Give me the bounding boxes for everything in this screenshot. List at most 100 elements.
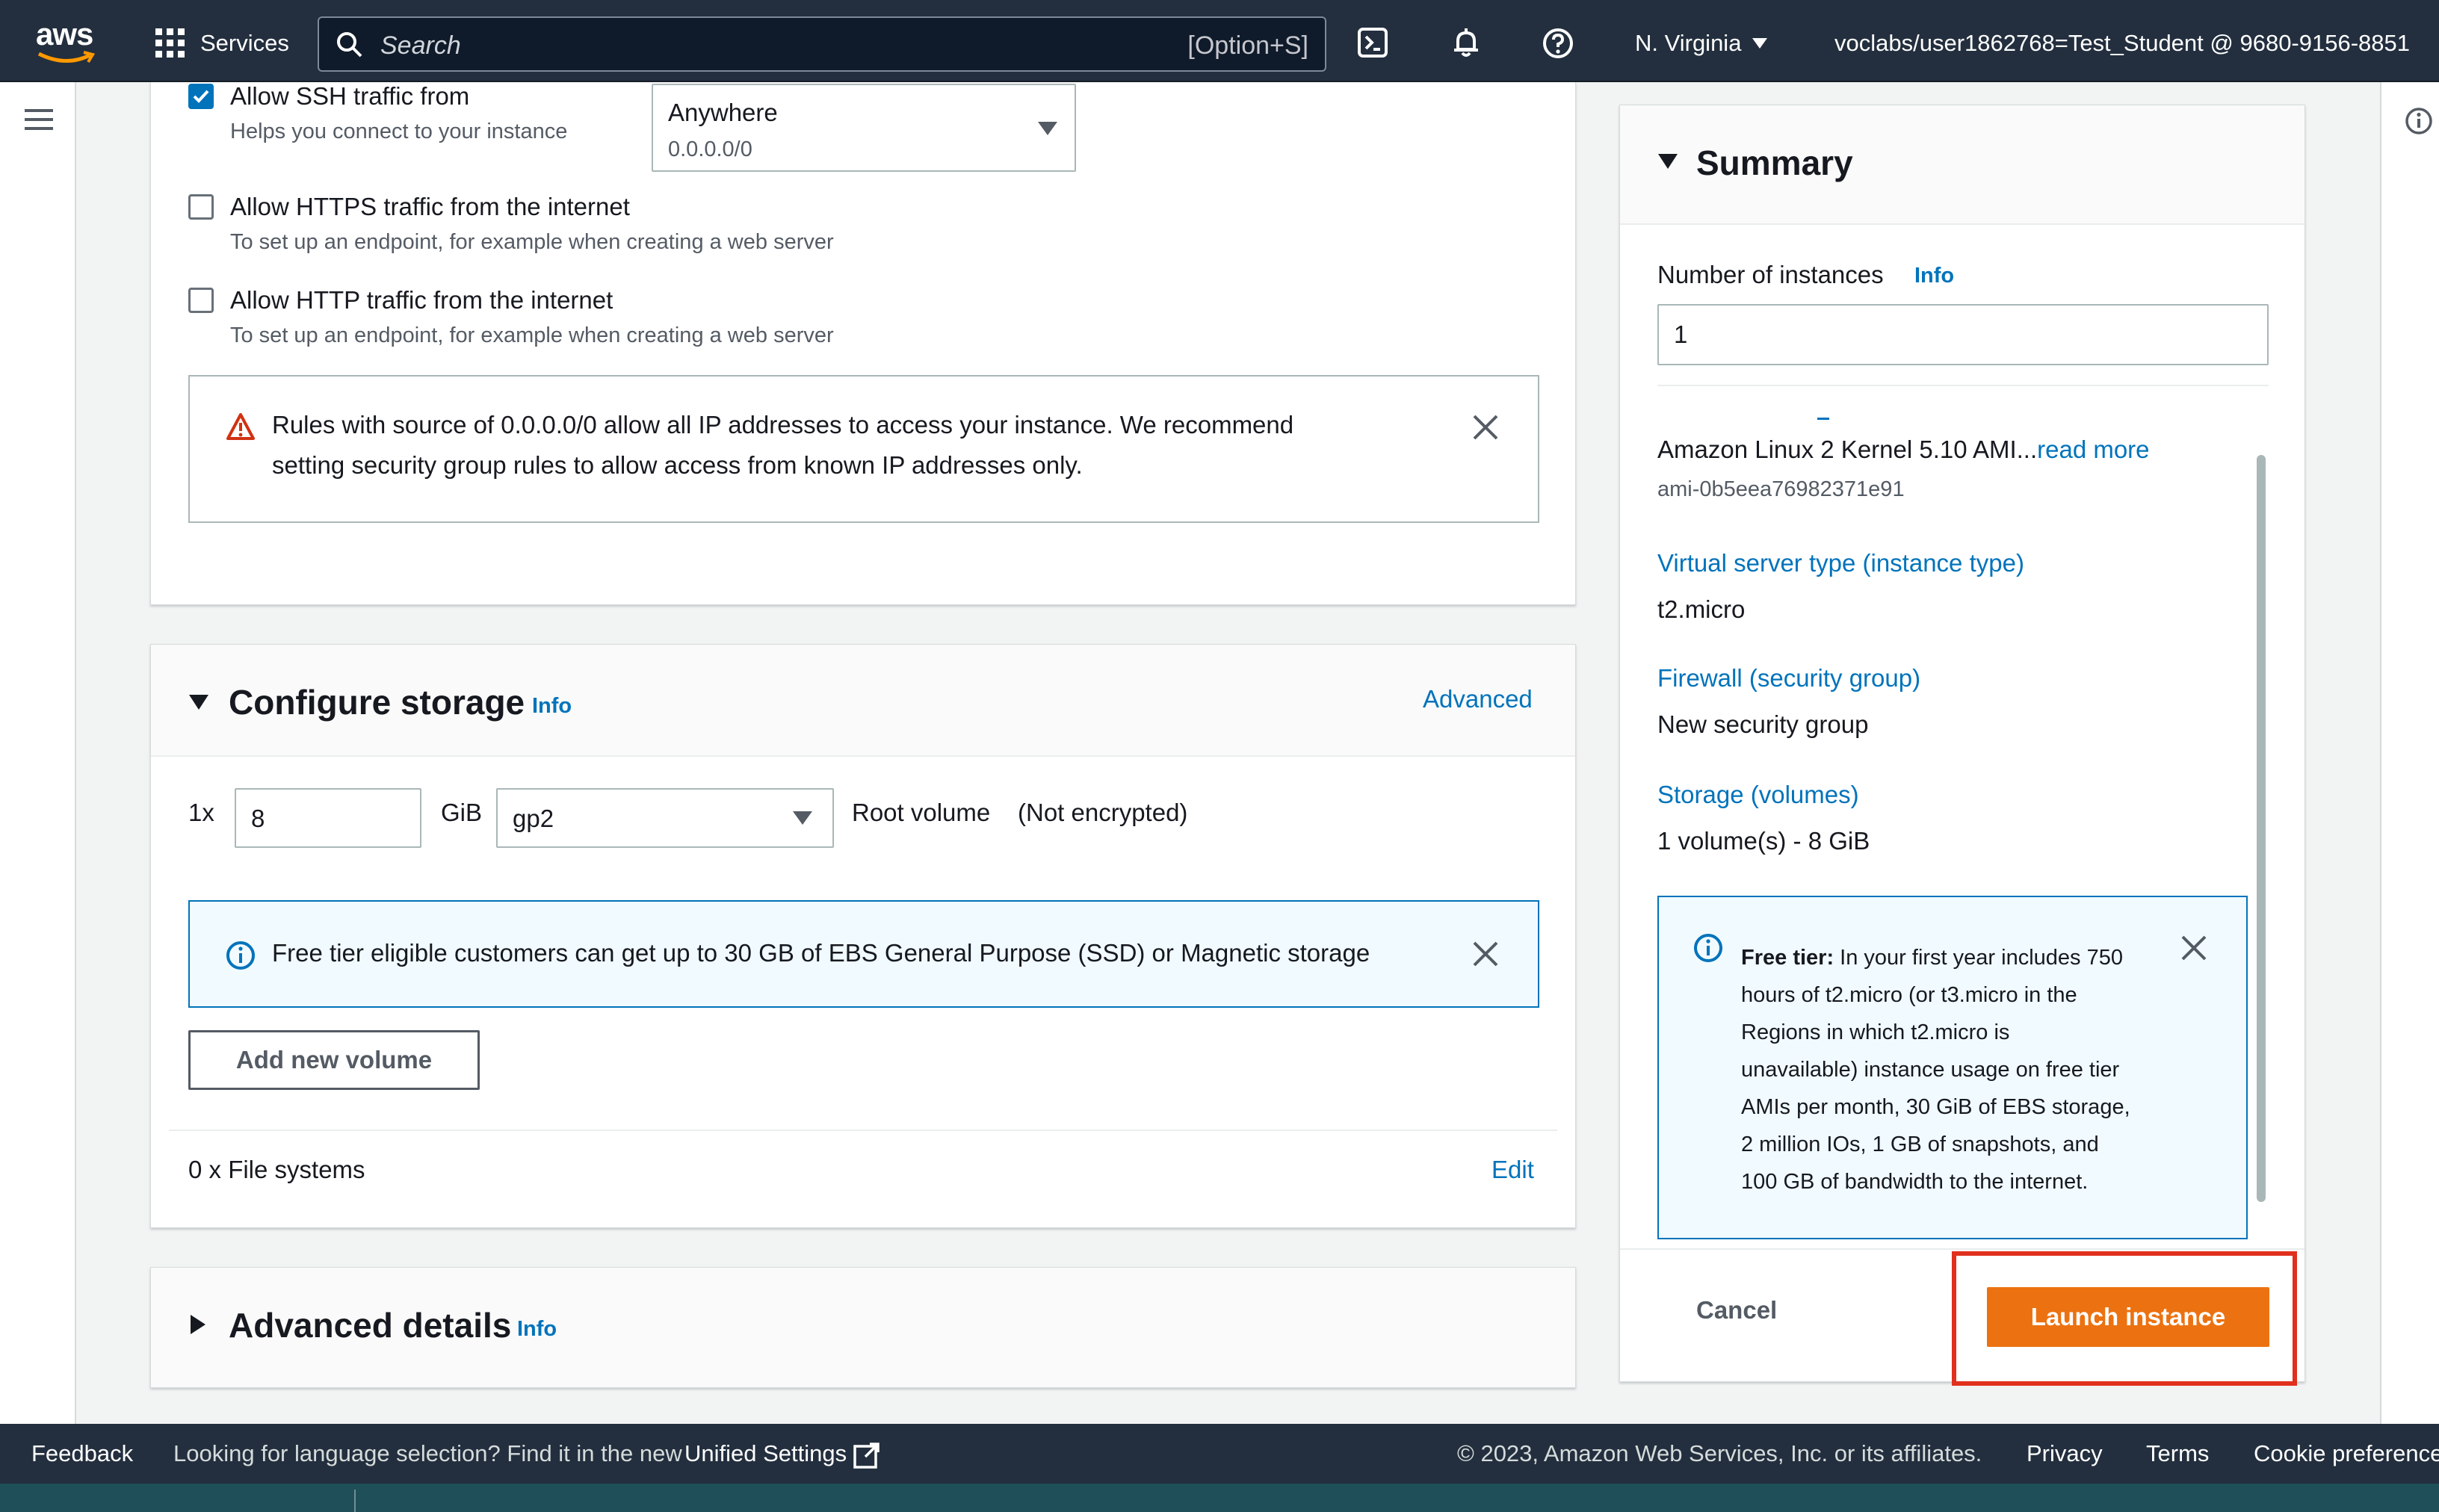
http-label: Allow HTTP traffic from the internet: [230, 286, 613, 314]
firewall-value: New security group: [1657, 710, 1869, 738]
ssh-description: Helps you connect to your instance: [230, 120, 568, 143]
ami-id: ami-0b5eea76982371e91: [1657, 477, 1905, 501]
advanced-details-title: Advanced details: [229, 1306, 512, 1345]
free-tier-summary-alert: Free tier: In your first year includes 7…: [1657, 896, 2248, 1239]
ssh-source-select[interactable]: Anywhere 0.0.0.0/0: [652, 84, 1076, 172]
storage-link[interactable]: Storage (volumes): [1657, 781, 1859, 809]
free-tier-storage-alert: Free tier eligible customers can get up …: [188, 900, 1539, 1008]
summary-header: Summary: [1620, 105, 2304, 225]
region-selector[interactable]: N. Virginia: [1635, 28, 1769, 58]
ssh-source-cidr: 0.0.0.0/0: [668, 137, 752, 161]
strip-divider: [354, 1490, 356, 1512]
language-note: Looking for language selection? Find it …: [173, 1440, 682, 1466]
search-placeholder: Search: [380, 31, 461, 60]
close-icon[interactable]: [1472, 414, 1499, 441]
summary-title: Summary: [1696, 143, 1853, 182]
aws-logo-text: aws: [36, 16, 93, 52]
summary-scrollbar[interactable]: [2254, 418, 2267, 1248]
volume-unit: GiB: [441, 799, 483, 826]
cloudshell-icon[interactable]: [1358, 28, 1388, 58]
volume-multiplier: 1x: [188, 799, 214, 826]
caret-down-icon[interactable]: [1657, 153, 1678, 170]
caret-down-icon: [793, 811, 812, 825]
unified-settings-link[interactable]: Unified Settings: [684, 1440, 847, 1467]
summary-scroll-area[interactable]: Amazon Linux 2 Kernel 5.10 AMI...read mo…: [1620, 418, 2304, 1248]
free-tier-line-text: In your first year includes 750: [1840, 946, 2123, 970]
instances-count-value: 1: [1674, 320, 1688, 348]
info-icon: [226, 941, 255, 970]
instances-count-input[interactable]: 1: [1657, 304, 2269, 365]
region-label: N. Virginia: [1635, 30, 1742, 56]
ami-name-text: Amazon Linux 2 Kernel 5.10 AMI...: [1657, 436, 2038, 463]
network-settings-panel: Allow SSH traffic from Helps you connect…: [150, 82, 1576, 605]
storage-panel-header: Configure storage Info Advanced: [151, 645, 1575, 757]
storage-info-link[interactable]: Info: [532, 694, 572, 719]
warning-text-line1: Rules with source of 0.0.0.0/0 allow all…: [272, 411, 1294, 439]
add-new-volume-button[interactable]: Add new volume: [188, 1030, 480, 1090]
free-tier-summary-text: Free tier: In your first year includes 7…: [1741, 939, 2160, 1200]
bottom-strip: [0, 1484, 2439, 1512]
free-tier-line: Free tier: In your first year includes 7…: [1741, 939, 2160, 976]
free-tier-line: Regions in which t2.micro is: [1741, 1020, 2010, 1044]
instances-info-link[interactable]: Info: [1914, 264, 1954, 288]
close-icon[interactable]: [2180, 935, 2207, 961]
warning-icon: [226, 413, 255, 440]
checkmark-icon: [193, 90, 209, 103]
free-tier-line: 100 GB of bandwidth to the internet.: [1741, 1170, 2089, 1194]
right-rail: [2380, 82, 2439, 1424]
volume-type-value: gp2: [513, 805, 554, 832]
launch-instance-button[interactable]: Launch instance: [1987, 1287, 2269, 1347]
copyright: © 2023, Amazon Web Services, Inc. or its…: [1457, 1440, 1982, 1466]
cut-off-heading-fragment: [1817, 418, 1829, 420]
help-icon[interactable]: [1542, 28, 1574, 59]
cookie-preferences-link[interactable]: Cookie preferences: [2254, 1440, 2439, 1467]
firewall-link[interactable]: Firewall (security group): [1657, 664, 1920, 693]
services-menu-button[interactable]: Services: [155, 22, 290, 60]
feedback-link[interactable]: Feedback: [31, 1440, 133, 1467]
caret-down-icon: [1038, 122, 1057, 135]
ami-name: Amazon Linux 2 Kernel 5.10 AMI...read mo…: [1657, 436, 2150, 464]
storage-title: Configure storage: [229, 683, 525, 722]
search-input[interactable]: Search [Option+S]: [318, 16, 1326, 72]
instance-type-link[interactable]: Virtual server type (instance type): [1657, 549, 2024, 577]
storage-advanced-link[interactable]: Advanced: [1423, 685, 1533, 713]
bell-icon[interactable]: [1450, 27, 1482, 58]
file-systems-edit-link[interactable]: Edit: [1491, 1156, 1534, 1184]
advanced-details-info-link[interactable]: Info: [517, 1317, 557, 1342]
instance-type-value: t2.micro: [1657, 595, 1746, 623]
ssh-source-value: Anywhere: [668, 99, 778, 126]
warning-text-line2: setting security group rules to allow ac…: [272, 451, 1083, 479]
configure-storage-panel: Configure storage Info Advanced 1x 8 GiB…: [150, 644, 1576, 1228]
free-tier-bold-label: Free tier:: [1741, 946, 1834, 970]
services-label: Services: [200, 30, 289, 56]
account-menu[interactable]: voclabs/user1862768=Test_Student @ 9680-…: [1834, 30, 2410, 57]
external-link-icon[interactable]: [853, 1442, 880, 1469]
grid-icon: [155, 28, 185, 58]
privacy-link[interactable]: Privacy: [2027, 1440, 2103, 1467]
ssh-checkbox[interactable]: [188, 84, 214, 109]
read-more-link[interactable]: read more: [2037, 436, 2149, 463]
free-tier-line: unavailable) instance usage on free tier: [1741, 1058, 2120, 1082]
cancel-button[interactable]: Cancel: [1696, 1296, 1777, 1324]
aws-logo[interactable]: aws: [33, 16, 97, 64]
caret-right-icon: [191, 1315, 205, 1334]
volume-type-select[interactable]: gp2: [496, 788, 834, 848]
volume-size-value: 8: [251, 805, 265, 832]
instances-label: Number of instances: [1657, 261, 1884, 288]
volume-size-input[interactable]: 8: [235, 788, 421, 848]
https-checkbox[interactable]: [188, 194, 214, 220]
free-tier-line: AMIs per month, 30 GiB of EBS storage,: [1741, 1095, 2130, 1119]
terms-link[interactable]: Terms: [2146, 1440, 2209, 1467]
search-shortcut-hint: [Option+S]: [1187, 31, 1308, 60]
summary-panel: Summary Number of instances Info 1 Amazo…: [1619, 105, 2305, 1386]
divider: [169, 1130, 1557, 1131]
advanced-details-panel[interactable]: Advanced details Info: [150, 1267, 1576, 1388]
http-checkbox[interactable]: [188, 288, 214, 313]
caret-down-icon[interactable]: [188, 694, 209, 710]
search-icon: [337, 32, 362, 58]
close-icon[interactable]: [1472, 941, 1499, 967]
scrollbar-thumb[interactable]: [2257, 455, 2266, 1202]
divider: [1620, 1248, 2304, 1250]
hamburger-menu-icon[interactable]: [25, 108, 53, 131]
info-panel-icon[interactable]: [2405, 107, 2433, 135]
